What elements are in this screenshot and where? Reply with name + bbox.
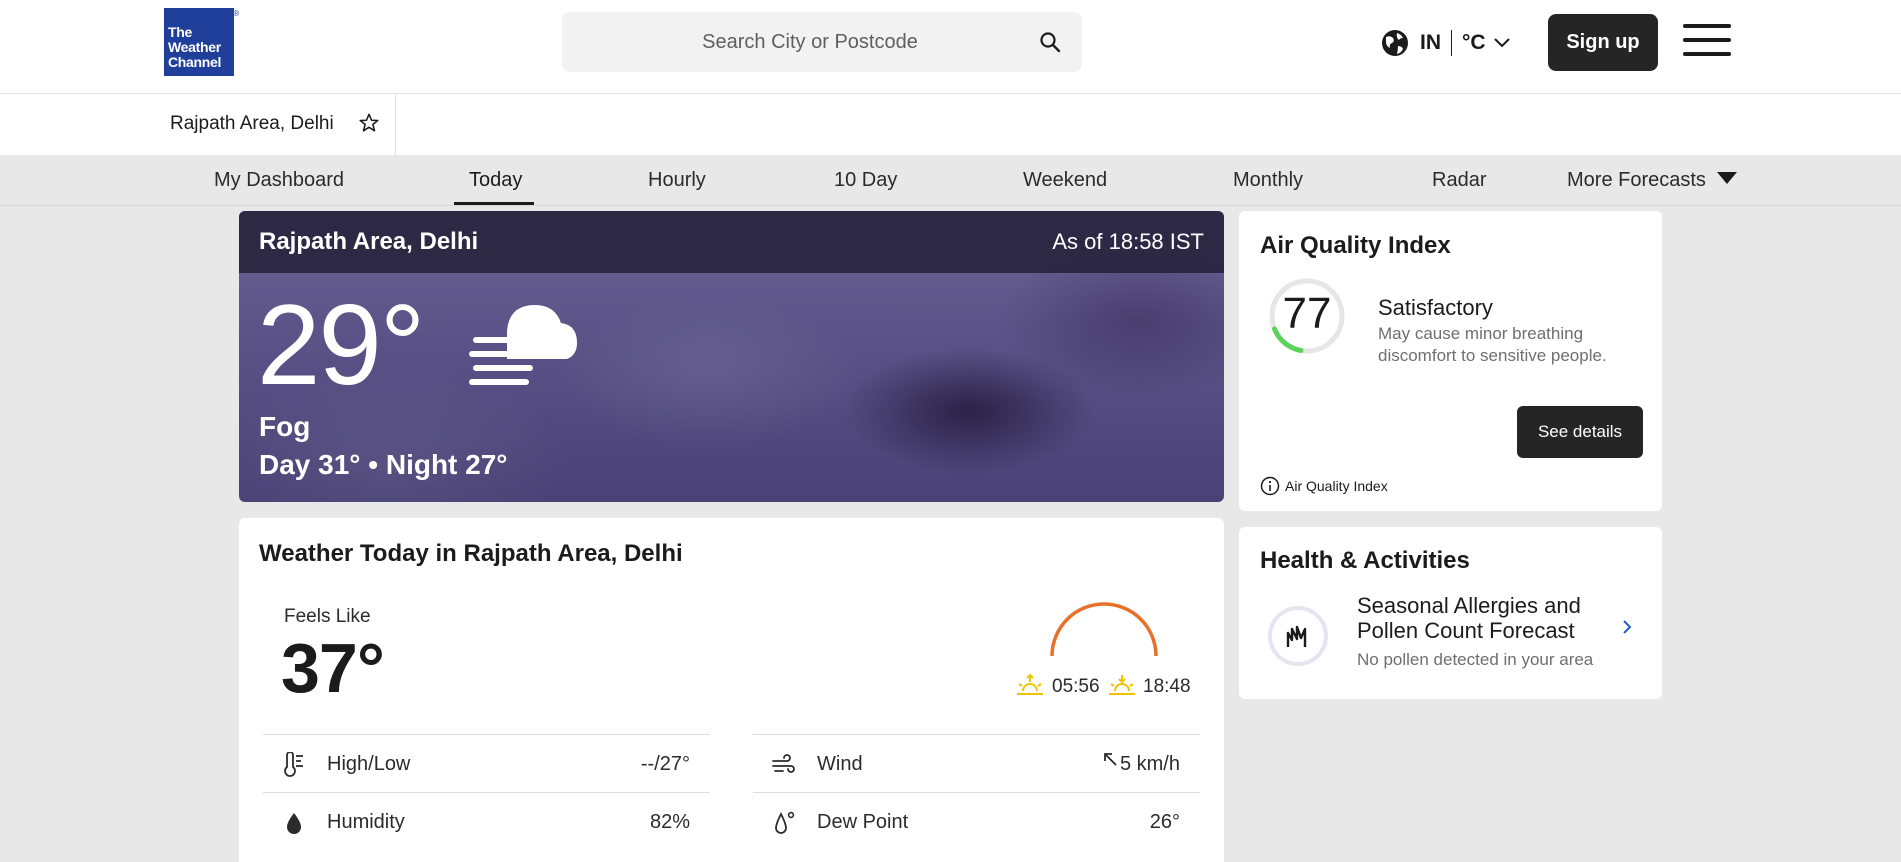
sunset-time: 18:48 — [1143, 676, 1191, 697]
locale-country: IN — [1420, 31, 1441, 54]
detail-value: 5 km/h — [1119, 753, 1180, 775]
current-conditions-card: Rajpath Area, Delhi As of 18:58 IST 29° … — [239, 211, 1224, 502]
location-bar: Rajpath Area, Delhi — [0, 94, 1901, 155]
weather-channel-logo[interactable]: The Weather Channel ® — [164, 8, 239, 76]
feels-like-label: Feels Like — [284, 606, 371, 627]
aqi-value: 77 — [1282, 289, 1332, 338]
current-temperature: 29° — [257, 282, 425, 409]
sun-arc-icon — [1050, 602, 1158, 657]
forecast-nav: My Dashboard Today Hourly 10 Day Weekend… — [0, 155, 1901, 206]
logo-line-3: Channel — [168, 54, 222, 70]
tab-more-forecasts-label: More Forecasts — [1567, 169, 1706, 191]
chevron-right-icon[interactable] — [1619, 617, 1635, 637]
site-header: The Weather Channel ® IN °C Sign up — [0, 0, 1901, 94]
tab-hourly[interactable]: Hourly — [648, 169, 706, 192]
detail-value: 82% — [649, 811, 690, 833]
pollen-forecast-link[interactable]: Seasonal Allergies and Pollen Count Fore… — [1357, 593, 1607, 643]
air-quality-card: Air Quality Index 77 Satisfactory May ca… — [1239, 211, 1662, 511]
detail-label: High/Low — [327, 753, 411, 775]
search-box — [562, 12, 1082, 72]
current-location-label[interactable]: Rajpath Area, Delhi — [170, 113, 334, 135]
chevron-down-icon — [1493, 38, 1510, 48]
location-divider — [395, 94, 396, 155]
tab-radar[interactable]: Radar — [1432, 169, 1486, 192]
locale-divider — [1451, 30, 1452, 56]
tab-weekend[interactable]: Weekend — [1023, 169, 1107, 192]
detail-row-high-low: High/Low --/27° — [263, 734, 710, 792]
current-conditions-header: Rajpath Area, Delhi As of 18:58 IST — [239, 211, 1224, 273]
current-location: Rajpath Area, Delhi — [259, 228, 479, 255]
registered-mark-icon: ® — [233, 9, 239, 18]
thermometer-icon — [284, 752, 303, 777]
sunset-icon — [1109, 675, 1135, 695]
observation-time: As of 18:58 IST — [1052, 229, 1204, 254]
detail-row-wind: Wind 5 km/h — [753, 734, 1200, 792]
tab-monthly[interactable]: Monthly — [1233, 169, 1303, 192]
wind-direction-arrow-icon — [1104, 753, 1117, 766]
tab-10-day[interactable]: 10 Day — [834, 169, 897, 192]
fog-icon — [469, 305, 577, 385]
locale-unit: °C — [1462, 31, 1486, 54]
aqi-description: May cause minor breathing discomfort to … — [1378, 324, 1607, 365]
tab-my-dashboard[interactable]: My Dashboard — [214, 169, 344, 192]
humidity-icon — [287, 813, 301, 834]
sunrise-time: 05:56 — [1052, 676, 1100, 697]
aqi-info-label[interactable]: Air Quality Index — [1285, 478, 1388, 494]
detail-label: Wind — [817, 753, 863, 775]
tab-today[interactable]: Today — [469, 169, 522, 192]
logo-line-1: The — [168, 24, 192, 40]
info-icon[interactable] — [1260, 476, 1280, 496]
tab-more-forecasts[interactable]: More Forecasts — [1567, 169, 1738, 192]
pollen-status: No pollen detected in your area — [1357, 650, 1594, 669]
search-input[interactable] — [562, 12, 1082, 72]
detail-row-humidity: Humidity 82% — [263, 792, 710, 850]
aqi-category: Satisfactory — [1378, 295, 1493, 320]
search-icon[interactable] — [1038, 30, 1062, 54]
favorite-star-icon[interactable] — [358, 112, 380, 134]
logo-line-2: Weather — [168, 39, 221, 55]
detail-value: --/27° — [640, 753, 690, 775]
detail-row-dew-point: Dew Point 26° — [753, 792, 1200, 850]
caret-down-icon — [1716, 172, 1737, 184]
feels-like-value: 37° — [281, 629, 385, 707]
active-tab-indicator — [454, 202, 534, 205]
day-night-temps: Day 31° • Night 27° — [259, 449, 508, 480]
detail-value: 26° — [1149, 811, 1180, 833]
today-details-title: Weather Today in Rajpath Area, Delhi — [259, 540, 683, 567]
health-activities-title: Health & Activities — [1260, 547, 1470, 574]
sunrise-icon — [1017, 673, 1043, 695]
today-details-card: Weather Today in Rajpath Area, Delhi Fee… — [239, 518, 1224, 862]
dew-point-icon — [775, 811, 795, 834]
weather-phrase: Fog — [259, 411, 311, 442]
health-activities-card: Health & Activities Seasonal Allergies a… — [1239, 527, 1662, 699]
pollen-grass-icon — [1268, 606, 1328, 666]
globe-icon — [1382, 30, 1408, 56]
wind-icon — [772, 754, 795, 773]
sign-up-button[interactable]: Sign up — [1548, 14, 1658, 71]
detail-label: Humidity — [327, 811, 405, 833]
air-quality-title: Air Quality Index — [1260, 232, 1451, 259]
locale-selector[interactable]: IN °C — [1380, 26, 1510, 60]
see-details-button[interactable]: See details — [1517, 406, 1643, 458]
detail-label: Dew Point — [817, 811, 909, 833]
hamburger-menu-icon[interactable] — [1683, 24, 1731, 60]
